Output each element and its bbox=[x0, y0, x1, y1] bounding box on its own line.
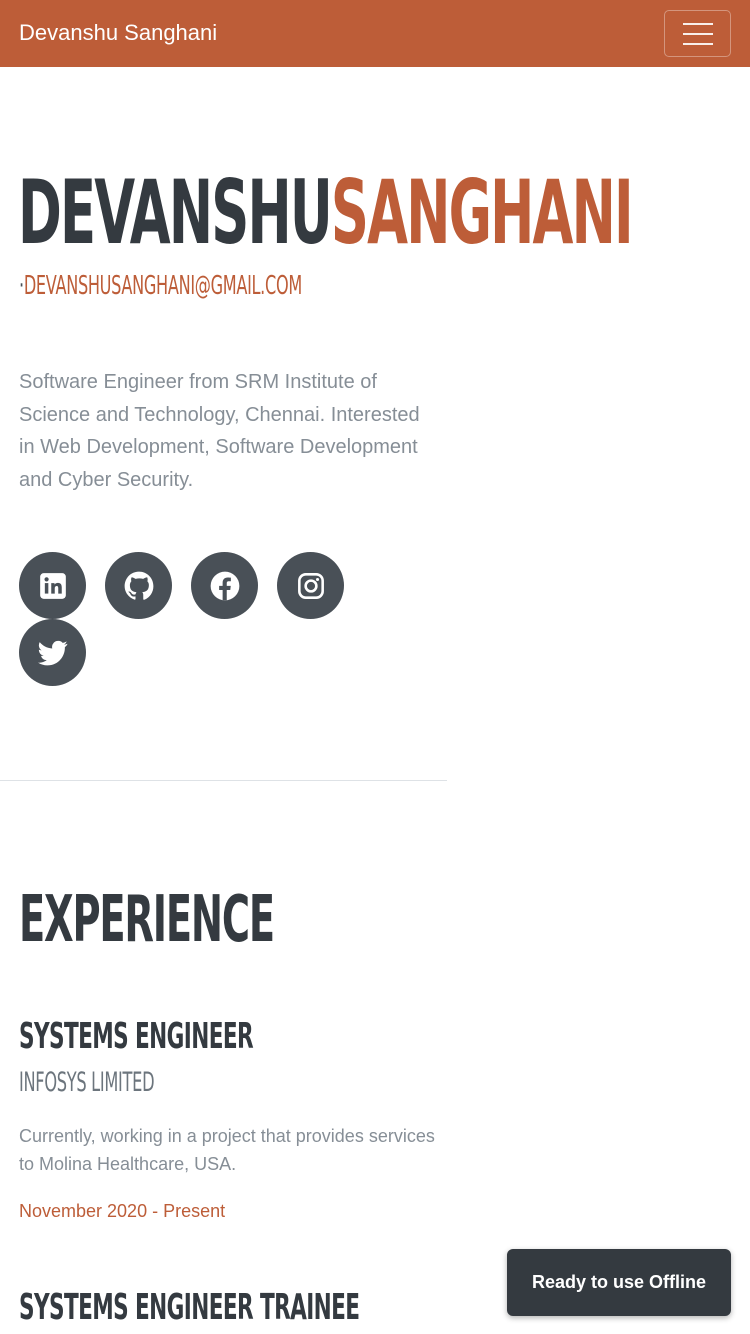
job-title: SYSTEMS ENGINEER TRAINEE bbox=[19, 1287, 360, 1328]
email-link[interactable]: DEVANSHUSANGHANI@GMAIL.COM bbox=[24, 271, 302, 301]
job-dates: November 2020 - Present bbox=[19, 1201, 226, 1221]
job-description: Currently, working in a project that pro… bbox=[19, 1126, 435, 1174]
experience-heading: EXPERIENCE bbox=[19, 883, 275, 957]
github-link[interactable] bbox=[105, 552, 172, 619]
bio-text: Software Engineer from SRM Institute of … bbox=[19, 371, 420, 491]
github-icon bbox=[124, 571, 153, 600]
linkedin-icon bbox=[39, 572, 66, 599]
first-name: DEVANSHU bbox=[18, 161, 333, 264]
last-name: SANGHANI bbox=[330, 161, 634, 264]
hero-name-heading: DEVANSHUSANGHANI bbox=[18, 148, 634, 278]
job-title: SYSTEMS ENGINEER bbox=[19, 1016, 254, 1057]
instagram-icon bbox=[297, 572, 324, 599]
navbar-toggler-button[interactable] bbox=[664, 10, 731, 57]
twitter-icon bbox=[37, 640, 67, 665]
facebook-icon bbox=[210, 571, 239, 600]
section-divider bbox=[0, 780, 447, 781]
linkedin-link[interactable] bbox=[19, 552, 86, 619]
facebook-link[interactable] bbox=[191, 552, 258, 619]
offline-ready-toast[interactable]: Ready to use Offline bbox=[507, 1249, 731, 1316]
twitter-link[interactable] bbox=[19, 619, 86, 686]
navbar: Devanshu Sanghani bbox=[0, 0, 750, 67]
job-company: INFOSYS LIMITED bbox=[19, 1067, 155, 1098]
instagram-link[interactable] bbox=[277, 552, 344, 619]
contact-line: ·DEVANSHUSANGHANI@GMAIL.COM bbox=[19, 268, 302, 304]
navbar-brand[interactable]: Devanshu Sanghani bbox=[19, 19, 217, 47]
